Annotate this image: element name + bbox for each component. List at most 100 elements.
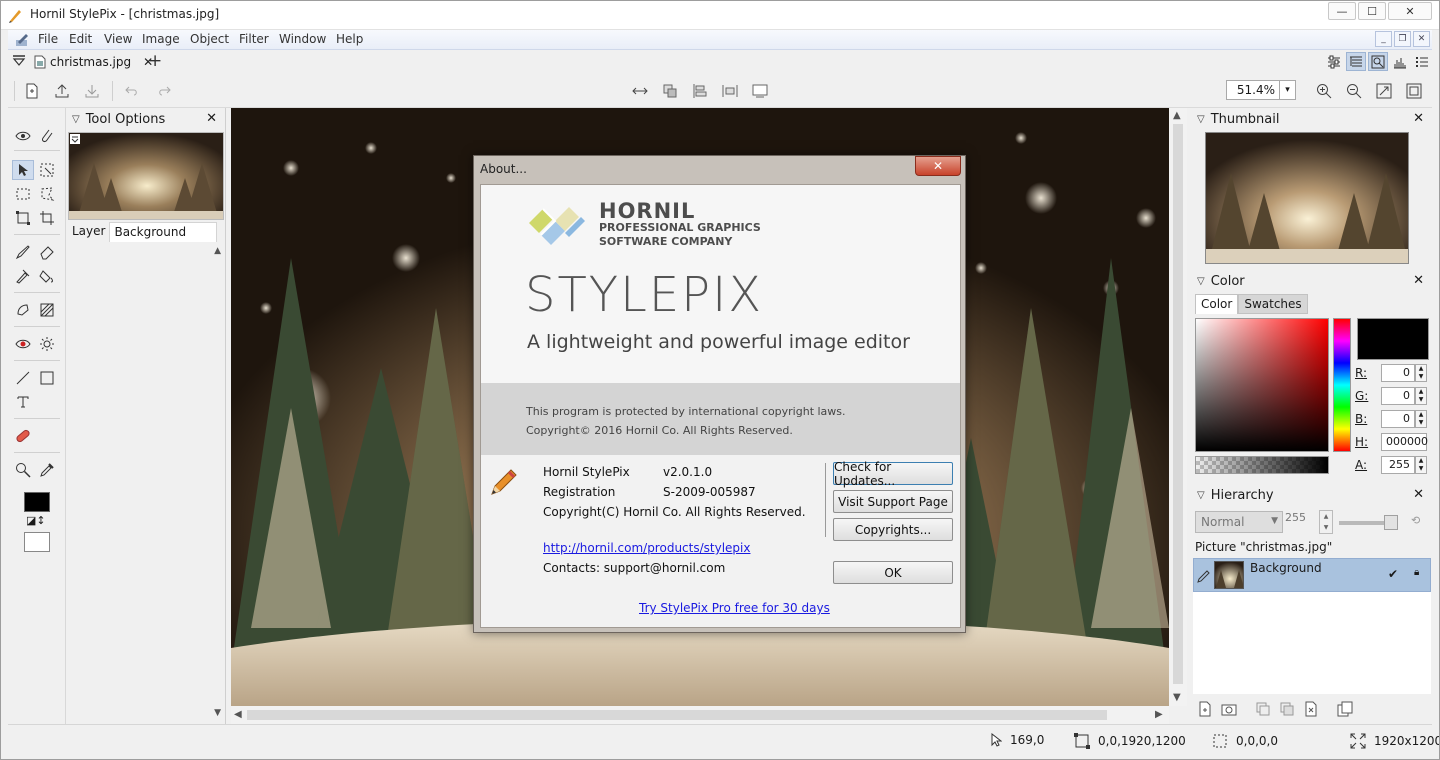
menu-edit[interactable]: Edit [69, 32, 92, 46]
tab-list-icon[interactable] [12, 55, 26, 67]
collapse-chevron-icon[interactable]: ▽ [1197, 276, 1205, 287]
opacity-slider-handle[interactable] [1384, 515, 1398, 530]
horizontal-scroll-thumb[interactable] [247, 710, 1107, 720]
collapse-chevron-icon[interactable]: ▽ [1197, 490, 1205, 501]
scroll-right-arrow-icon[interactable]: ▶ [1155, 709, 1163, 720]
new-layer-from-image-icon[interactable] [1219, 700, 1239, 718]
histogram-panel-icon[interactable] [1390, 52, 1410, 71]
list-panel-icon[interactable] [1412, 52, 1432, 71]
move-pointer-icon[interactable] [12, 160, 34, 180]
scroll-down-icon[interactable]: ▼ [214, 708, 221, 718]
zoom-level-input[interactable]: 51.4% [1226, 80, 1280, 100]
close-window-button[interactable]: ✕ [1388, 2, 1432, 20]
zoom-tool-icon[interactable] [12, 460, 34, 480]
preview-menu-icon[interactable] [70, 134, 80, 144]
check-updates-button[interactable]: Check for Updates... [833, 460, 953, 488]
eyedropper-icon[interactable] [36, 460, 58, 480]
layers-panel-icon[interactable] [1346, 52, 1366, 71]
fit-to-window-icon[interactable] [1374, 82, 1394, 100]
product-link[interactable]: http://hornil.com/products/stylepix [543, 541, 750, 555]
reset-opacity-icon[interactable]: ⟲ [1411, 514, 1420, 527]
navigator-panel-icon[interactable] [1368, 52, 1388, 71]
new-layer-icon[interactable] [1195, 700, 1215, 718]
lasso-icon[interactable] [36, 184, 58, 204]
crop-icon[interactable] [36, 208, 58, 228]
menu-file[interactable]: File [38, 32, 58, 46]
red-eye-icon[interactable] [12, 334, 34, 354]
saturation-value-picker[interactable] [1195, 318, 1329, 452]
foreground-color-swatch[interactable] [24, 492, 50, 512]
smudge-icon[interactable] [12, 300, 34, 320]
arrange-icon[interactable] [660, 82, 680, 100]
clone-stamp-icon[interactable] [12, 266, 34, 286]
adjust-panel-icon[interactable] [1324, 52, 1344, 71]
select-move-icon[interactable] [36, 160, 58, 180]
red-input[interactable]: 0 [1381, 364, 1415, 382]
tab-background[interactable]: Background [109, 222, 218, 242]
new-document-icon[interactable] [22, 82, 42, 100]
close-panel-icon[interactable]: ✕ [1413, 273, 1424, 288]
brightness-icon[interactable] [36, 334, 58, 354]
navigator-thumbnail[interactable] [1205, 132, 1409, 264]
align-icon[interactable] [690, 82, 710, 100]
swap-colors-icon[interactable]: ◪↕ [26, 514, 46, 527]
mdi-minimize-button[interactable]: _ [1375, 31, 1392, 47]
tab-color[interactable]: Color [1195, 294, 1239, 314]
ok-button[interactable]: OK [833, 561, 953, 584]
text-tool-icon[interactable] [12, 392, 34, 412]
menu-help[interactable]: Help [336, 32, 363, 46]
collapse-chevron-icon[interactable]: ▽ [72, 114, 80, 125]
green-input[interactable]: 0 [1381, 387, 1415, 405]
document-menu-icon[interactable] [14, 32, 30, 48]
dialog-close-button[interactable]: ✕ [915, 156, 961, 176]
collapse-chevron-icon[interactable]: ▽ [1197, 114, 1205, 125]
zoom-dropdown-button[interactable]: ▾ [1280, 80, 1296, 100]
zoom-out-icon[interactable] [1344, 82, 1364, 100]
zoom-in-icon[interactable] [1314, 82, 1334, 100]
opacity-slider-track[interactable] [1339, 521, 1389, 525]
horizontal-scrollbar[interactable]: ◀ ▶ [231, 706, 1169, 724]
red-spinner[interactable]: ▲ ▼ [1415, 364, 1427, 382]
layer-row-background[interactable]: Background ✔ 🔒︎ [1193, 558, 1431, 592]
flip-horizontal-icon[interactable] [630, 82, 650, 100]
vertical-scrollbar[interactable]: ▲ ▼ [1169, 108, 1187, 706]
close-panel-icon[interactable]: ✕ [1413, 111, 1424, 126]
eraser-icon[interactable] [36, 242, 58, 262]
delete-layer-icon[interactable] [1301, 700, 1321, 718]
merge-layer-icon[interactable] [1277, 700, 1297, 718]
background-color-swatch[interactable] [24, 532, 50, 552]
clip-icon[interactable] [36, 126, 58, 146]
green-spinner[interactable]: ▲ ▼ [1415, 387, 1427, 405]
rect-select-icon[interactable] [12, 184, 34, 204]
blue-input[interactable]: 0 [1381, 410, 1415, 428]
copyrights-button[interactable]: Copyrights... [833, 518, 953, 541]
mdi-close-button[interactable]: ✕ [1413, 31, 1430, 47]
mdi-restore-button[interactable]: ❐ [1394, 31, 1411, 47]
brush-icon[interactable] [12, 242, 34, 262]
tab-layer[interactable]: Layer [68, 222, 109, 242]
view-eye-icon[interactable] [12, 126, 34, 146]
distribute-icon[interactable] [720, 82, 740, 100]
hex-input[interactable]: 000000 [1381, 433, 1428, 451]
duplicate-layer-icon[interactable] [1253, 700, 1273, 718]
line-icon[interactable] [12, 368, 34, 388]
blend-mode-select[interactable]: Normal ▼ [1195, 511, 1283, 533]
maximize-button[interactable]: ☐ [1358, 2, 1386, 20]
undo-icon[interactable] [122, 82, 142, 100]
pro-trial-link[interactable]: Try StylePix Pro free for 30 days [639, 601, 830, 615]
hue-slider[interactable] [1333, 318, 1351, 452]
alpha-input[interactable]: 255 [1381, 456, 1415, 474]
close-panel-icon[interactable]: ✕ [1413, 487, 1424, 502]
transform-icon[interactable] [12, 208, 34, 228]
upload-icon[interactable] [52, 82, 72, 100]
opacity-spinner[interactable]: ▲ ▼ [1319, 510, 1333, 534]
scroll-up-icon[interactable]: ▲ [214, 246, 221, 256]
menu-filter[interactable]: Filter [239, 32, 269, 46]
actual-size-icon[interactable] [1404, 82, 1424, 100]
gradient-icon[interactable] [36, 300, 58, 320]
alpha-spinner[interactable]: ▲ ▼ [1415, 456, 1427, 474]
scroll-down-arrow-icon[interactable]: ▼ [1173, 692, 1181, 703]
tab-christmas-jpg[interactable]: christmas.jpg ✕ [30, 52, 157, 72]
menu-image[interactable]: Image [142, 32, 180, 46]
redo-icon[interactable] [154, 82, 174, 100]
